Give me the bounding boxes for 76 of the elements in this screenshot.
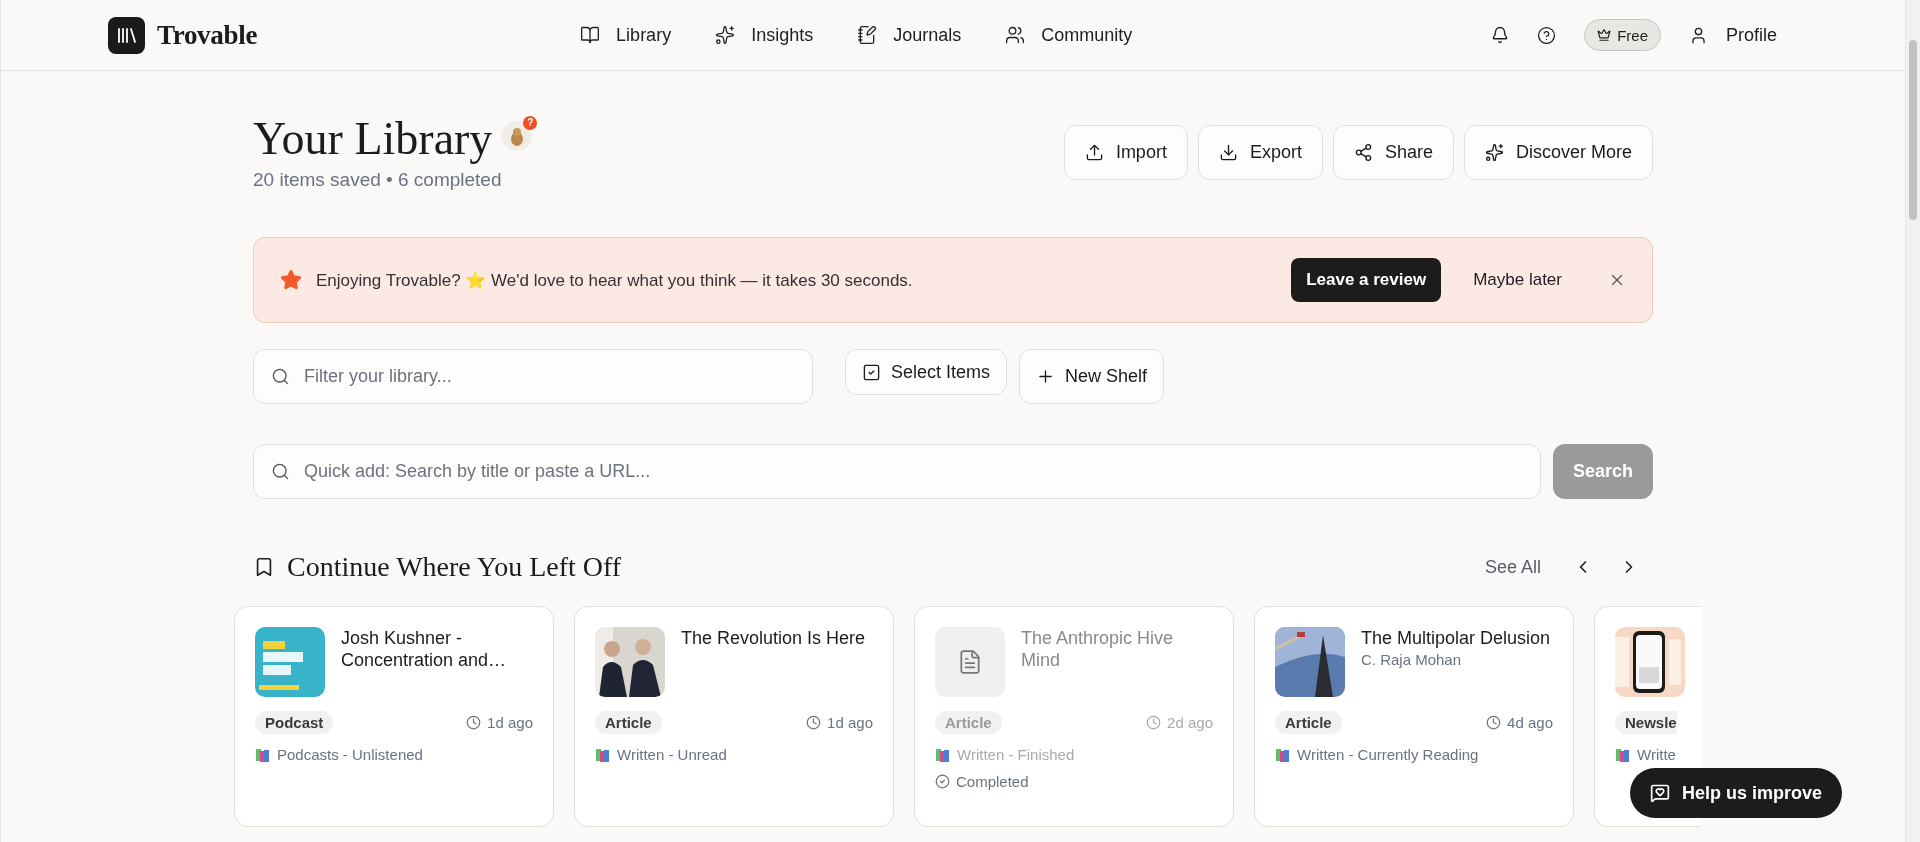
download-icon [1218,143,1238,162]
books-icon [1615,746,1631,763]
users-icon [1005,25,1026,45]
action-button[interactable]: Share [1332,125,1454,180]
clock-icon [806,715,822,730]
check-circle-icon [935,774,950,789]
completed-status: Completed [935,773,1213,790]
shelf-label: Writte [1615,746,1701,763]
action-button[interactable]: Import [1063,125,1188,180]
filter-field[interactable]: Filter your library... [253,349,813,404]
item-title: Josh Kushner - Concentration and… [341,627,508,671]
bell-icon[interactable] [1491,26,1510,44]
notification-badge: ? [523,116,538,130]
item-card[interactable]: The Anthropic Hive Mind Article 2d ago Written - Finished Completed [914,606,1234,827]
shelf-label: Podcasts - Unlistened [255,746,533,763]
brand-name[interactable]: Trovable [157,19,258,51]
clock-icon [466,715,482,730]
item-author: C. Raja Mohan [1361,651,1463,668]
item-time: 1d ago [806,714,873,731]
upload-icon [1084,143,1104,162]
books-icon [595,746,611,763]
page-title: Your Library [253,112,493,166]
checkbox-icon [862,362,881,382]
search-icon [271,462,290,481]
item-title: The Multipolar Delusion [1361,627,1551,649]
type-tag: Article [935,711,1002,734]
clock-icon [1486,715,1502,730]
shelf-label: Written - Finished [935,746,1213,763]
item-card[interactable]: The Multipolar Delusion C. Raja Mohan Article 4d ago Written - Currently Reading [1254,606,1574,827]
item-card[interactable]: Josh Kushner - Concentration and… Podcast 1d ago Podcasts - Unlistened [234,606,554,827]
action-button[interactable]: Export [1197,125,1323,180]
shelf-label: Written - Currently Reading [1275,746,1553,763]
dismiss-button[interactable]: Maybe later [1467,269,1568,291]
item-time: 1d ago [466,714,533,731]
nav-link[interactable]: Library [580,24,672,46]
tool-button[interactable]: Select Items [845,349,1008,395]
feedback-icon [1649,783,1670,803]
action-button[interactable]: Discover More [1463,125,1653,180]
nav-link[interactable]: Journals [857,24,962,46]
help-icon[interactable] [1537,25,1557,45]
type-tag: Article [1275,711,1342,734]
books-icon [935,746,951,763]
nav-link[interactable]: Community [1005,24,1133,46]
item-time: 4d ago [1486,714,1553,731]
sparkles-icon [715,25,736,45]
library-stats: 20 items saved • 6 completed [253,169,503,191]
type-tag: Podcast [255,711,334,734]
tool-button[interactable]: New Shelf [1019,349,1165,404]
books-icon [1275,746,1291,763]
sparkles-icon [1484,143,1504,162]
scrollbar[interactable] [1905,0,1920,842]
star-icon [280,269,302,291]
share-icon [1353,143,1373,162]
notebook-icon [857,25,878,45]
see-all-link[interactable]: See All [1484,556,1541,578]
nav-link[interactable]: Insights [715,24,814,46]
logo-icon [108,16,145,54]
item-time: 2d ago [1146,714,1213,731]
crown-icon [1597,28,1612,42]
clock-icon [1146,715,1162,730]
plan-badge[interactable]: Free [1584,19,1661,51]
book-icon [580,25,601,45]
profile-link[interactable]: Profile [1688,24,1777,46]
item-card[interactable]: The Revolution Is Here Article 1d ago Written - Unread [574,606,894,827]
search-icon [271,367,290,386]
item-title: The Revolution Is Here [681,627,866,649]
review-button[interactable]: Leave a review [1291,258,1442,302]
document-icon [957,649,983,675]
banner-message: Enjoying Trovable? ⭐ We'd love to hear what you think — it takes 30 seconds. [316,269,914,291]
shelf-label: Written - Unread [595,746,873,763]
books-icon [255,746,271,763]
type-tag: Article [595,711,662,734]
section-title: Continue Where You Left Off [287,551,623,583]
item-title: The Anthropic Hive Mind [1021,627,1175,671]
type-tag: Newsle [1615,711,1677,734]
feedback-toast[interactable]: Help us improve [1629,768,1842,818]
